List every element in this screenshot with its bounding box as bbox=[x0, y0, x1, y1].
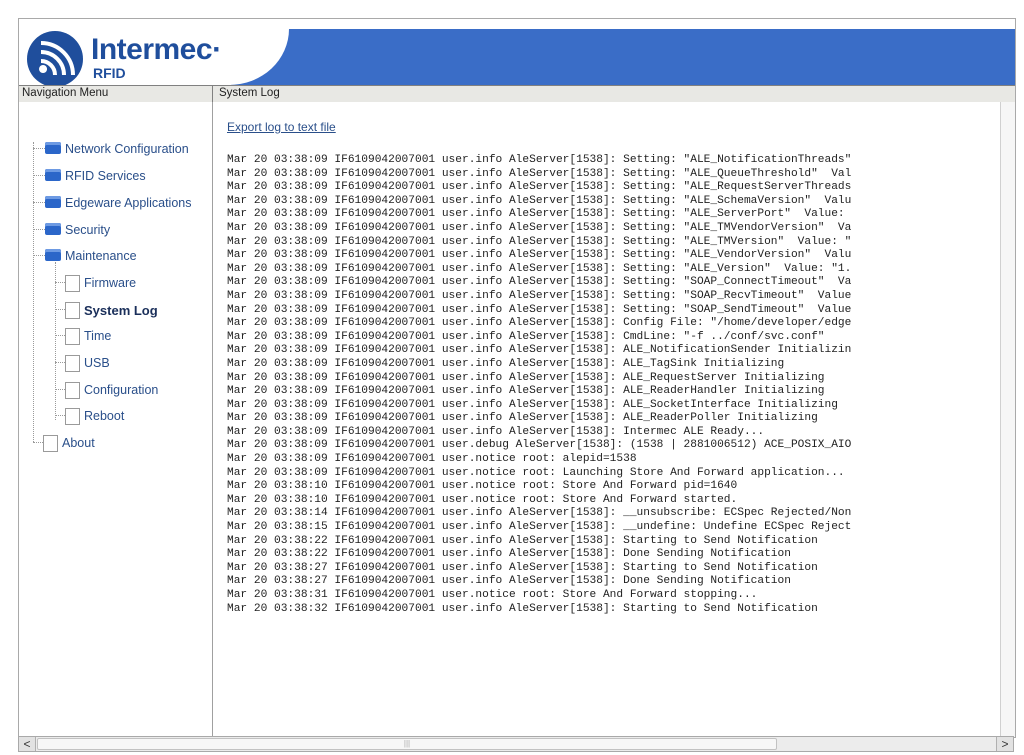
folder-icon bbox=[45, 142, 61, 154]
header-band bbox=[231, 29, 1015, 85]
log-line: Mar 20 03:38:09 IF6109042007001 user.deb… bbox=[227, 439, 852, 452]
log-line: Mar 20 03:38:27 IF6109042007001 user.inf… bbox=[227, 575, 791, 588]
page-icon bbox=[65, 382, 80, 399]
log-line: Mar 20 03:38:09 IF6109042007001 user.inf… bbox=[227, 181, 852, 194]
log-line: Mar 20 03:38:09 IF6109042007001 user.inf… bbox=[227, 154, 852, 166]
brand-dot: · bbox=[212, 33, 222, 66]
log-line: Mar 20 03:38:10 IF6109042007001 user.not… bbox=[227, 480, 738, 493]
folder-icon bbox=[45, 196, 61, 208]
log-line: Mar 20 03:38:09 IF6109042007001 user.inf… bbox=[227, 385, 825, 398]
log-line: Mar 20 03:38:09 IF6109042007001 user.not… bbox=[227, 453, 637, 466]
title-bars: Navigation Menu System Log bbox=[19, 85, 1015, 103]
log-line: Mar 20 03:38:09 IF6109042007001 user.inf… bbox=[227, 398, 838, 411]
page-icon bbox=[43, 435, 58, 452]
log-line: Mar 20 03:38:32 IF6109042007001 user.inf… bbox=[227, 602, 818, 615]
nav-item-label: Edgeware Applications bbox=[65, 196, 192, 210]
log-line: Mar 20 03:38:09 IF6109042007001 user.inf… bbox=[227, 425, 765, 438]
horizontal-scrollbar[interactable]: < ||| > bbox=[18, 736, 1014, 752]
nav-menu-title: Navigation Menu bbox=[22, 87, 109, 99]
folder-icon bbox=[45, 223, 61, 235]
nav-item-label: Reboot bbox=[84, 409, 125, 423]
folder-open-icon bbox=[45, 249, 61, 261]
log-line: Mar 20 03:38:09 IF6109042007001 user.inf… bbox=[227, 371, 825, 384]
brand-suffix: RFID bbox=[93, 65, 126, 81]
log-line: Mar 20 03:38:09 IF6109042007001 user.inf… bbox=[227, 317, 852, 330]
log-line: Mar 20 03:38:15 IF6109042007001 user.inf… bbox=[227, 521, 852, 534]
log-line: Mar 20 03:38:09 IF6109042007001 user.inf… bbox=[227, 344, 852, 357]
page-icon bbox=[65, 328, 80, 345]
log-line: Mar 20 03:38:22 IF6109042007001 user.inf… bbox=[227, 548, 791, 561]
scroll-thumb[interactable]: ||| bbox=[37, 738, 777, 750]
log-line: Mar 20 03:38:22 IF6109042007001 user.inf… bbox=[227, 534, 818, 547]
app-frame: Intermec· RFID Navigation Menu System Lo… bbox=[18, 18, 1016, 738]
log-line: Mar 20 03:38:09 IF6109042007001 user.inf… bbox=[227, 235, 852, 248]
nav-item-label: Security bbox=[65, 223, 111, 237]
page-icon bbox=[65, 408, 80, 425]
log-line: Mar 20 03:38:10 IF6109042007001 user.not… bbox=[227, 493, 738, 506]
page-icon bbox=[65, 355, 80, 372]
log-line: Mar 20 03:38:09 IF6109042007001 user.inf… bbox=[227, 412, 818, 425]
log-line: Mar 20 03:38:09 IF6109042007001 user.inf… bbox=[227, 194, 852, 207]
navigation-menu: Network Configuration RFID Services Edge… bbox=[19, 102, 213, 737]
page-icon bbox=[65, 302, 80, 319]
content-title: System Log bbox=[219, 87, 280, 99]
nav-item-label: Maintenance bbox=[65, 249, 137, 263]
brand-name: Intermec· bbox=[91, 33, 222, 67]
log-output: Mar 20 03:38:09 IF6109042007001 user.inf… bbox=[227, 154, 1007, 616]
nav-item-label: RFID Services bbox=[65, 169, 146, 183]
system-log-panel: Export log to text file Mar 20 03:38:09 … bbox=[213, 102, 1015, 737]
nav-item-label: Configuration bbox=[84, 383, 159, 397]
brand-name-text: Intermec bbox=[91, 33, 213, 66]
log-line: Mar 20 03:38:09 IF6109042007001 user.inf… bbox=[227, 276, 852, 289]
nav-item-label: Firmware bbox=[84, 276, 137, 290]
log-line: Mar 20 03:38:09 IF6109042007001 user.inf… bbox=[227, 221, 852, 234]
log-line: Mar 20 03:38:14 IF6109042007001 user.inf… bbox=[227, 507, 852, 520]
nav-item-label: System Log bbox=[84, 303, 158, 318]
log-line: Mar 20 03:38:27 IF6109042007001 user.inf… bbox=[227, 561, 818, 574]
header: Intermec· RFID bbox=[19, 19, 1015, 87]
log-line: Mar 20 03:38:31 IF6109042007001 user.not… bbox=[227, 589, 758, 601]
intermec-logo-icon bbox=[27, 31, 83, 87]
log-line: Mar 20 03:38:09 IF6109042007001 user.inf… bbox=[227, 167, 852, 180]
nav-item-label: USB bbox=[84, 356, 110, 370]
folder-icon bbox=[45, 169, 61, 181]
nav-item-label: Network Configuration bbox=[65, 142, 189, 156]
scroll-left-arrow-icon[interactable]: < bbox=[19, 737, 36, 751]
log-line: Mar 20 03:38:09 IF6109042007001 user.inf… bbox=[227, 330, 825, 343]
log-line: Mar 20 03:38:09 IF6109042007001 user.inf… bbox=[227, 357, 785, 370]
log-line: Mar 20 03:38:09 IF6109042007001 user.inf… bbox=[227, 249, 852, 262]
nav-item-label: About bbox=[62, 436, 95, 450]
log-line: Mar 20 03:38:09 IF6109042007001 user.inf… bbox=[227, 289, 852, 302]
vertical-scrollbar[interactable] bbox=[1000, 102, 1015, 737]
log-line: Mar 20 03:38:09 IF6109042007001 user.not… bbox=[227, 466, 845, 479]
scroll-right-arrow-icon[interactable]: > bbox=[996, 737, 1013, 751]
export-log-link[interactable]: Export log to text file bbox=[227, 120, 336, 134]
page-icon bbox=[65, 275, 80, 292]
log-line: Mar 20 03:38:09 IF6109042007001 user.inf… bbox=[227, 208, 845, 221]
log-line: Mar 20 03:38:09 IF6109042007001 user.inf… bbox=[227, 262, 852, 275]
log-line: Mar 20 03:38:09 IF6109042007001 user.inf… bbox=[227, 303, 852, 316]
nav-item-label: Time bbox=[84, 329, 112, 343]
